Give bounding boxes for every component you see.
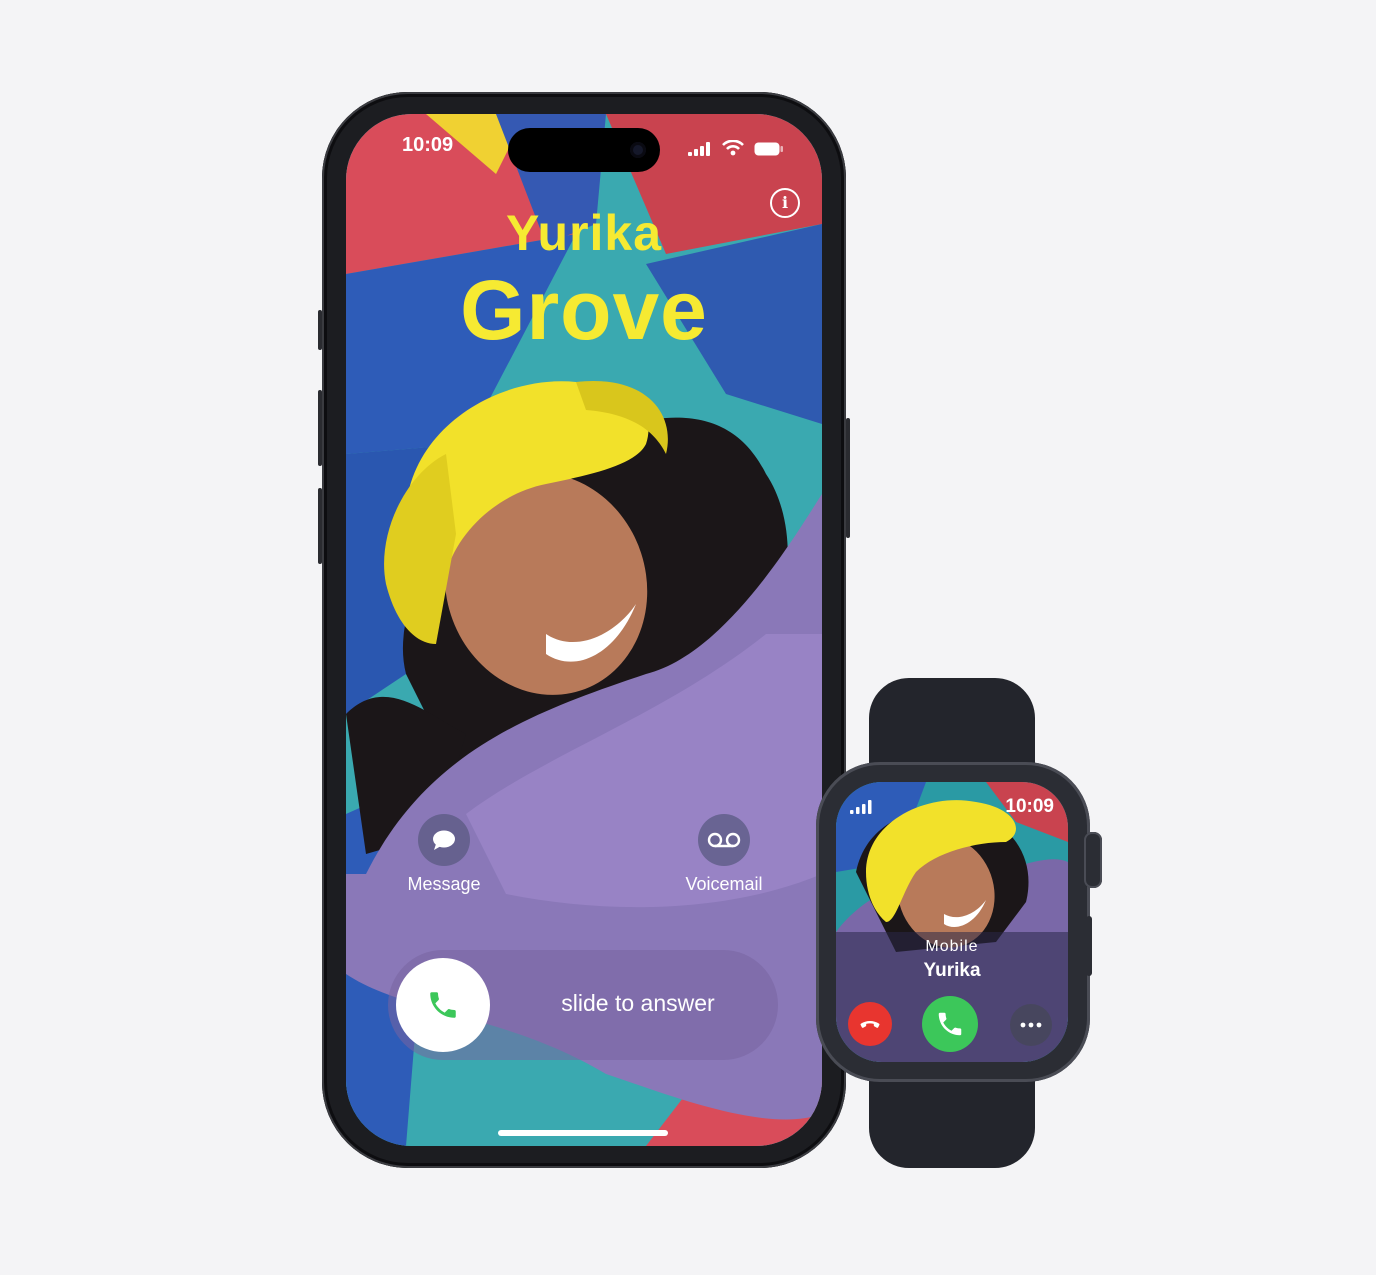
answer-slider-knob[interactable]	[396, 958, 490, 1052]
dynamic-island	[508, 128, 660, 172]
watch-status-time: 10:09	[1005, 796, 1054, 817]
voicemail-icon	[698, 814, 750, 866]
watch-incoming-call-screen: 10:09 Mobile Yurika	[836, 782, 1068, 1062]
phone-answer-icon	[430, 992, 456, 1018]
front-camera-icon	[630, 142, 646, 158]
contact-first-name: Yurika	[505, 205, 663, 261]
status-indicators	[688, 140, 784, 156]
watch-cellular-signal-icon	[850, 800, 872, 814]
power-button	[846, 418, 850, 538]
message-bubble-icon	[418, 814, 470, 866]
accept-phone-icon	[938, 1012, 962, 1036]
voicemail-button[interactable]: Voicemail	[664, 814, 784, 895]
volume-down-button	[318, 488, 322, 564]
watch-side-button[interactable]	[1086, 916, 1092, 976]
status-time: 10:09	[402, 134, 454, 156]
contact-last-name: Grove	[460, 263, 708, 357]
volume-up-button	[318, 390, 322, 466]
message-button[interactable]: Message	[384, 814, 504, 895]
battery-icon	[754, 142, 783, 156]
wifi-icon	[722, 140, 744, 156]
more-options-button[interactable]	[1010, 1004, 1052, 1046]
watch-number-type: Mobile	[925, 938, 979, 955]
action-button	[318, 310, 322, 350]
slider-label: slide to answer	[561, 990, 715, 1016]
message-label: Message	[407, 874, 481, 894]
iphone-device: 10:09 i Yurika Grove Message Voicemail s…	[318, 92, 850, 1168]
decline-phone-icon	[860, 1021, 880, 1028]
home-indicator[interactable]	[498, 1130, 668, 1136]
voicemail-label: Voicemail	[685, 874, 763, 894]
incoming-call-screen: 10:09 i Yurika Grove Message Voicemail s…	[346, 114, 822, 1146]
cellular-signal-icon	[688, 142, 710, 156]
more-icon	[1020, 1022, 1042, 1028]
accept-call-button[interactable]	[922, 996, 978, 1052]
digital-crown[interactable]	[1084, 832, 1102, 888]
decline-call-button[interactable]	[848, 1002, 892, 1046]
slide-to-answer-track[interactable]: slide to answer	[388, 950, 778, 1060]
watch-contact-name: Yurika	[923, 960, 981, 981]
